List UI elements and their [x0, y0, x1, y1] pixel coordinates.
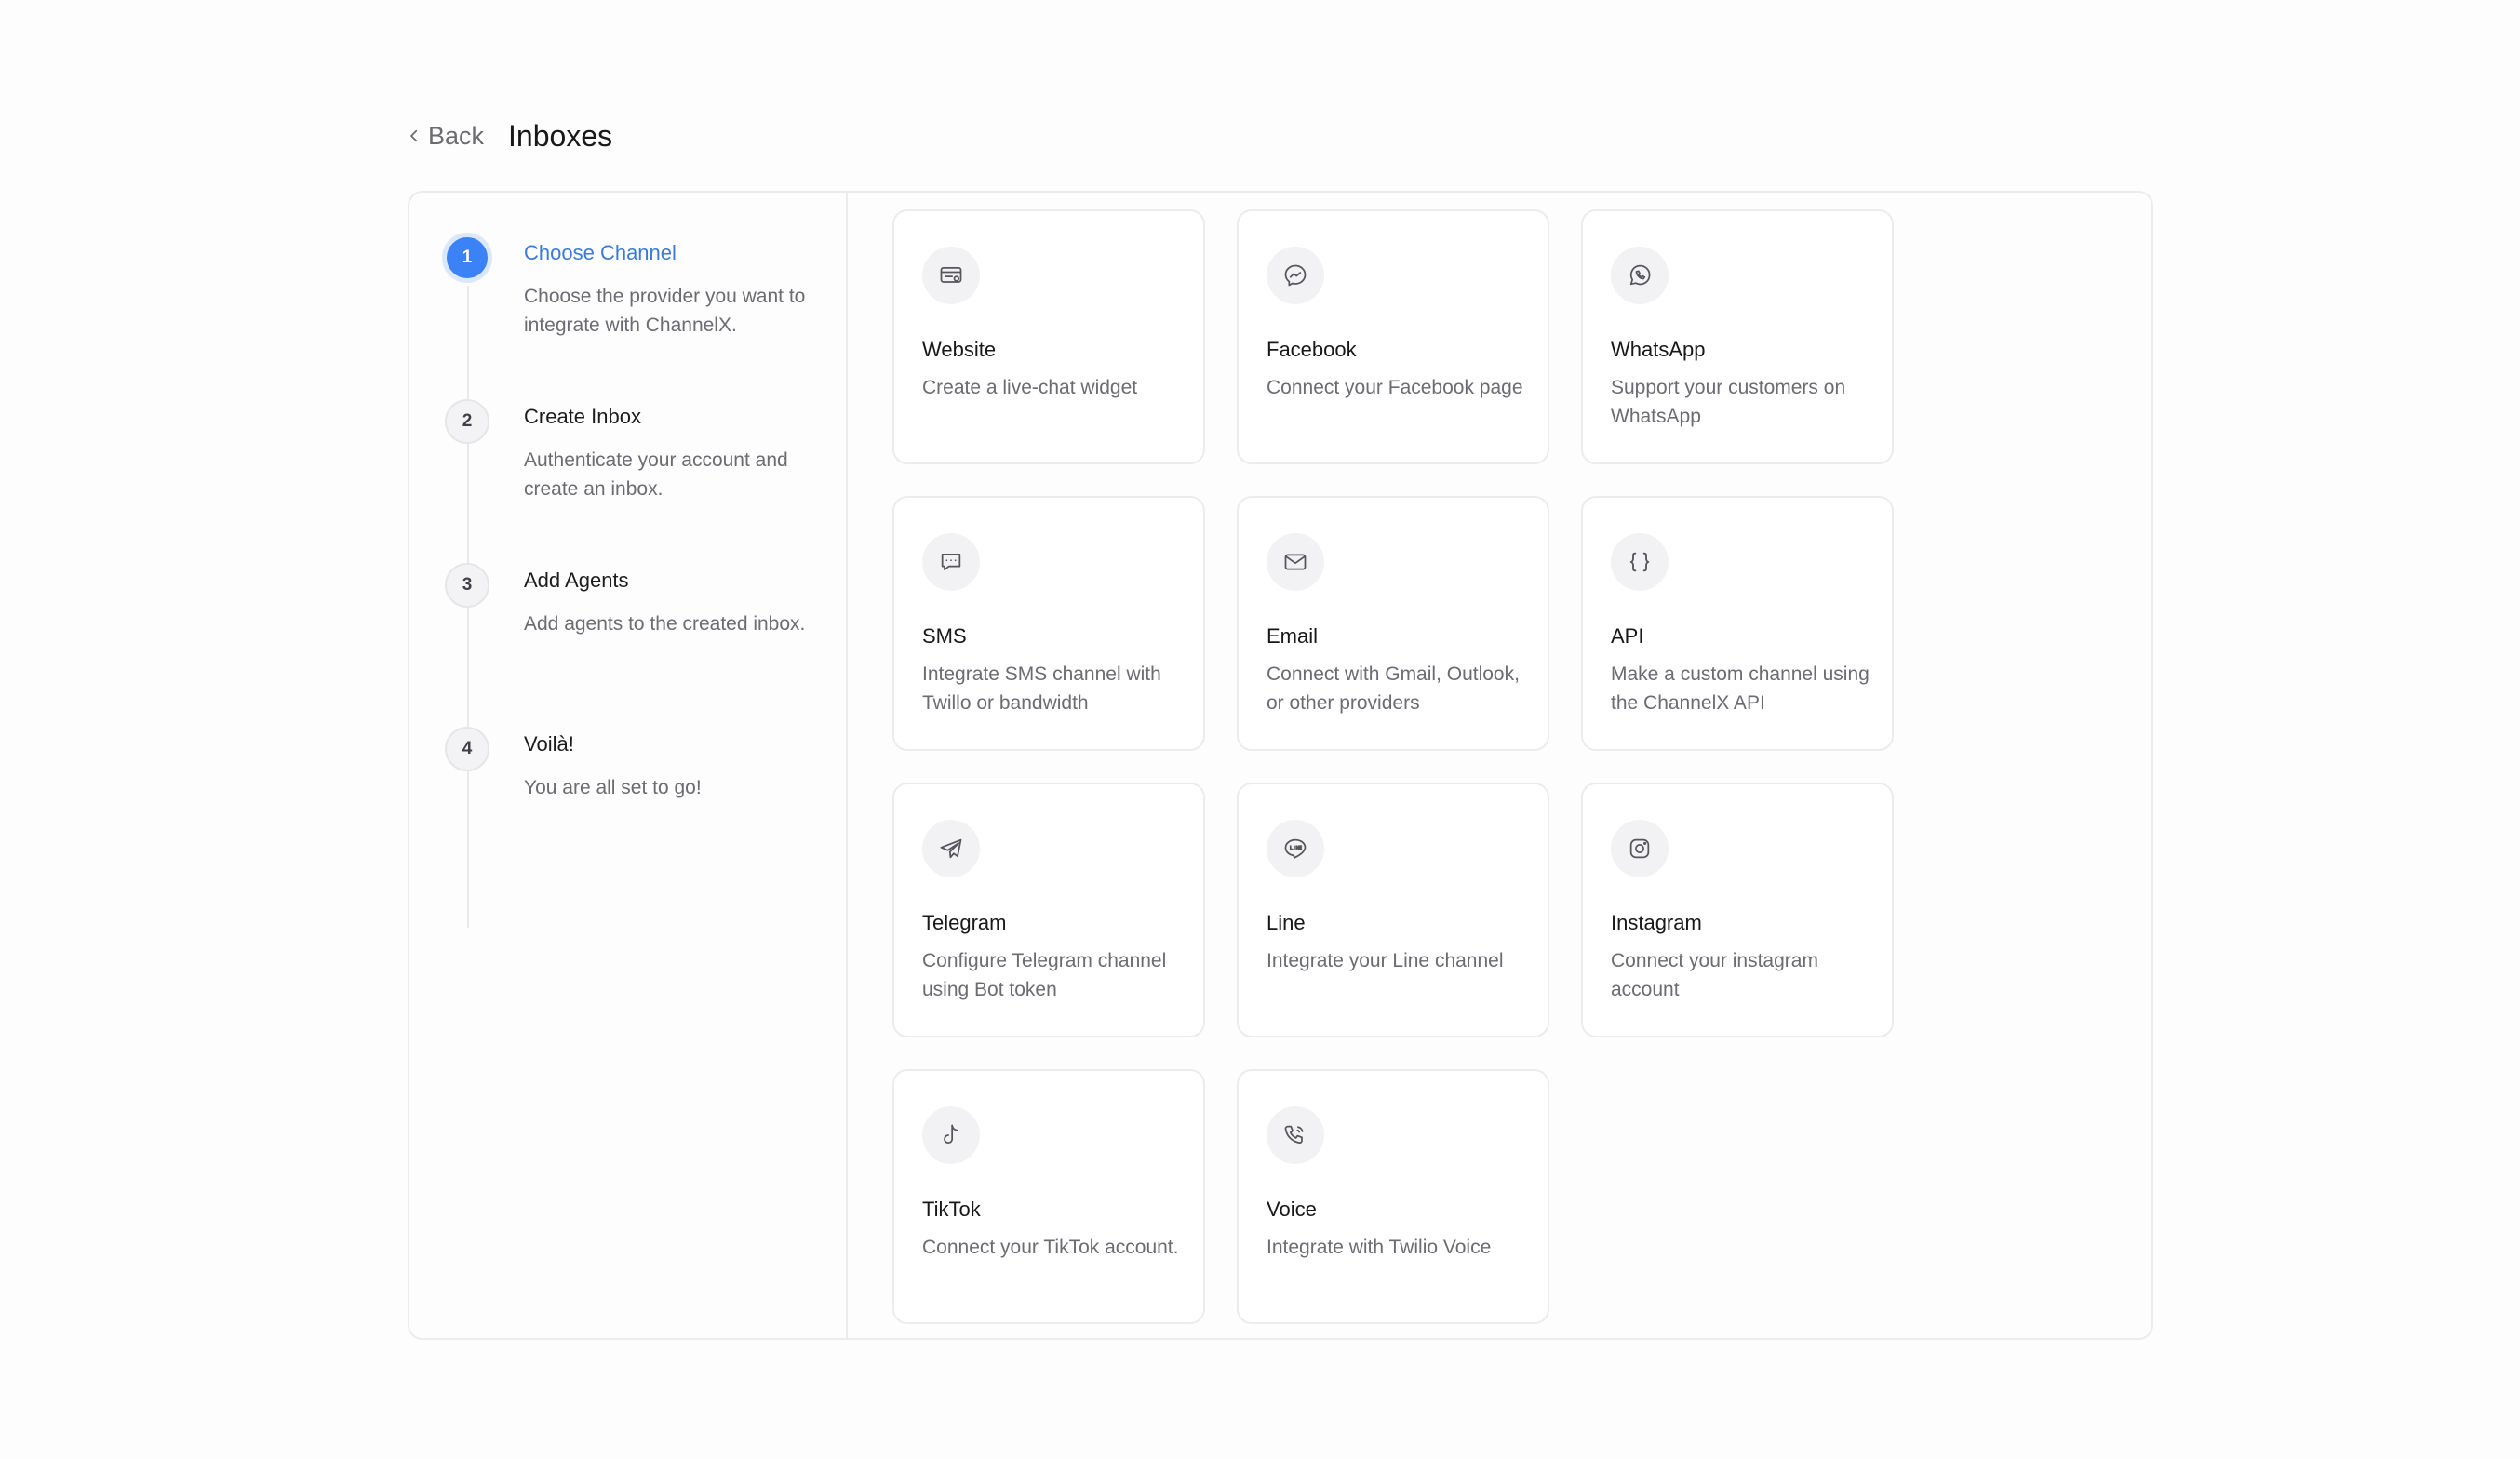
step-number: 4 [445, 727, 489, 771]
channel-title: Facebook [1267, 338, 1357, 361]
step-title: Create Inbox [524, 405, 641, 428]
step-title: Voilà! [524, 732, 574, 756]
channel-title: Voice [1267, 1198, 1317, 1221]
channel-title: Email [1267, 624, 1319, 648]
step-number: 1 [445, 235, 489, 280]
channel-title: Instagram [1611, 911, 1702, 934]
telegram-icon [922, 820, 980, 877]
channel-title: TikTok [922, 1198, 981, 1221]
channel-title: WhatsApp [1611, 338, 1706, 361]
back-label: Back [428, 121, 485, 150]
channel-description: Create a live-chat widget [922, 377, 1138, 398]
page-title: Inboxes [508, 118, 613, 153]
channel-description: Connect your instagram account [1611, 950, 1818, 1000]
channel-card-email[interactable]: Email Connect with Gmail, Outlook, or ot… [1237, 496, 1549, 751]
channel-card-api[interactable]: API Make a custom channel using the Chan… [1581, 496, 1894, 751]
step-title: Choose Channel [524, 241, 677, 264]
channel-title: API [1611, 624, 1644, 648]
step-title: Add Agents [524, 569, 629, 592]
channel-card-telegram[interactable]: Telegram Configure Telegram channel usin… [892, 783, 1205, 1037]
channel-description: Connect your TikTok account. [922, 1237, 1179, 1258]
website-icon [922, 247, 980, 304]
step-number: 3 [445, 563, 489, 608]
step-description: You are all set to go! [524, 777, 702, 798]
setup-panel: 1 Choose Channel Choose the provider you… [408, 191, 2153, 1340]
chevron-left-icon [406, 127, 422, 144]
line-icon [1267, 820, 1324, 877]
page: Back Inboxes 1 Choose Channel Choose the… [0, 0, 2520, 1459]
channel-description: Connect with Gmail, Outlook, or other pr… [1267, 663, 1520, 714]
channel-title: Line [1267, 911, 1306, 934]
steps-sidebar: 1 Choose Channel Choose the provider you… [409, 193, 848, 1338]
channel-card-website[interactable]: Website Create a live-chat widget [892, 209, 1205, 464]
step-description: Authenticate your account and create an … [524, 449, 788, 500]
channel-description: Support your customers on WhatsApp [1611, 377, 1846, 427]
page-header: Back Inboxes [406, 117, 612, 154]
channel-title: SMS [922, 624, 967, 648]
channel-description: Connect your Facebook page [1267, 377, 1523, 398]
channel-description: Integrate with Twilio Voice [1267, 1237, 1492, 1258]
step-number: 2 [445, 399, 489, 444]
back-button[interactable]: Back [406, 122, 484, 151]
instagram-icon [1611, 820, 1669, 877]
step-description: Choose the provider you want to integrat… [524, 286, 806, 336]
channel-title: Website [922, 338, 997, 361]
channel-title: Telegram [922, 911, 1007, 934]
channel-grid: Website Create a live-chat widget Facebo… [892, 209, 1894, 1324]
channel-card-facebook[interactable]: Facebook Connect your Facebook page [1237, 209, 1549, 464]
messenger-icon [1267, 247, 1324, 304]
phone-call-icon [1267, 1106, 1324, 1164]
channel-card-tiktok[interactable]: TikTok Connect your TikTok account. [892, 1069, 1205, 1324]
sms-icon [922, 533, 980, 591]
step-description: Add agents to the created inbox. [524, 613, 806, 635]
tiktok-icon [922, 1106, 980, 1164]
email-icon [1267, 533, 1324, 591]
channel-card-instagram[interactable]: Instagram Connect your instagram account [1581, 783, 1894, 1037]
channel-card-whatsapp[interactable]: WhatsApp Support your customers on Whats… [1581, 209, 1894, 464]
channel-card-voice[interactable]: Voice Integrate with Twilio Voice [1237, 1069, 1549, 1324]
whatsapp-icon [1611, 247, 1669, 304]
channel-card-sms[interactable]: SMS Integrate SMS channel with Twillo or… [892, 496, 1205, 751]
channel-description: Make a custom channel using the ChannelX… [1611, 663, 1870, 714]
api-icon [1611, 533, 1669, 591]
channel-description: Integrate your Line channel [1267, 950, 1504, 971]
channel-description: Integrate SMS channel with Twillo or ban… [922, 663, 1161, 714]
channel-card-line[interactable]: Line Integrate your Line channel [1237, 783, 1549, 1037]
channel-description: Configure Telegram channel using Bot tok… [922, 950, 1167, 1000]
